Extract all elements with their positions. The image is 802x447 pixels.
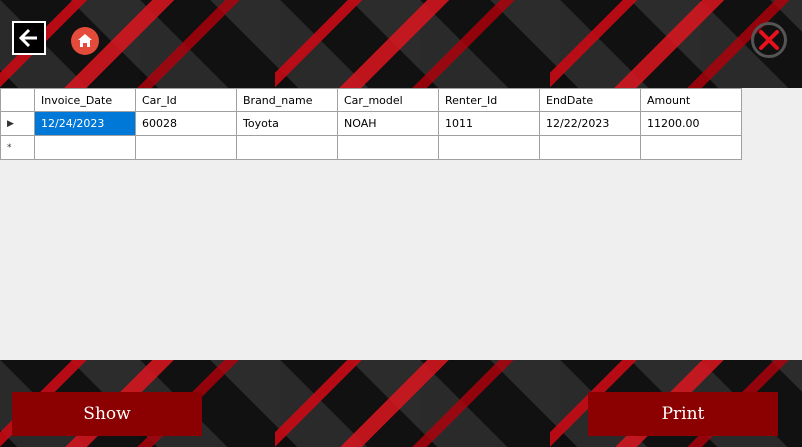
table-cell[interactable]: [640, 135, 742, 160]
table-cell[interactable]: NOAH: [337, 111, 439, 136]
column-header[interactable]: Invoice_Date: [34, 88, 136, 112]
print-button[interactable]: Print: [588, 392, 778, 436]
close-x-icon: [759, 30, 779, 50]
column-header[interactable]: Brand_name: [236, 88, 338, 112]
table-cell[interactable]: [236, 135, 338, 160]
table-cell[interactable]: [135, 135, 237, 160]
new-row[interactable]: *: [0, 135, 742, 160]
invoice-grid[interactable]: Invoice_Date Car_Id Brand_name Car_model…: [0, 88, 742, 160]
grid-header-row: Invoice_Date Car_Id Brand_name Car_model…: [0, 88, 742, 112]
table-cell[interactable]: [337, 135, 439, 160]
home-button[interactable]: [71, 27, 99, 55]
back-button[interactable]: [12, 21, 46, 55]
table-cell[interactable]: [539, 135, 641, 160]
column-header[interactable]: Car_Id: [135, 88, 237, 112]
table-cell[interactable]: 11200.00: [640, 111, 742, 136]
data-grid-area: Invoice_Date Car_Id Brand_name Car_model…: [0, 88, 802, 360]
new-row-marker: *: [7, 142, 12, 153]
row-header-corner: [0, 88, 35, 112]
arrow-left-icon: [18, 28, 37, 48]
table-cell[interactable]: 60028: [135, 111, 237, 136]
home-icon: [78, 34, 92, 47]
table-cell[interactable]: 1011: [438, 111, 540, 136]
row-header[interactable]: *: [0, 135, 35, 160]
close-button[interactable]: [751, 22, 787, 58]
table-row[interactable]: ▶ 12/24/2023 60028 Toyota NOAH 1011 12/2…: [0, 111, 742, 136]
table-cell[interactable]: [438, 135, 540, 160]
column-header[interactable]: EndDate: [539, 88, 641, 112]
current-row-marker: ▶: [7, 118, 14, 129]
table-cell[interactable]: [34, 135, 136, 160]
table-cell[interactable]: 12/22/2023: [539, 111, 641, 136]
table-cell[interactable]: 12/24/2023: [34, 111, 136, 136]
column-header[interactable]: Car_model: [337, 88, 439, 112]
column-header[interactable]: Renter_Id: [438, 88, 540, 112]
show-button[interactable]: Show: [12, 392, 202, 436]
row-header[interactable]: ▶: [0, 111, 35, 136]
column-header[interactable]: Amount: [640, 88, 742, 112]
table-cell[interactable]: Toyota: [236, 111, 338, 136]
header-background: [0, 0, 802, 88]
